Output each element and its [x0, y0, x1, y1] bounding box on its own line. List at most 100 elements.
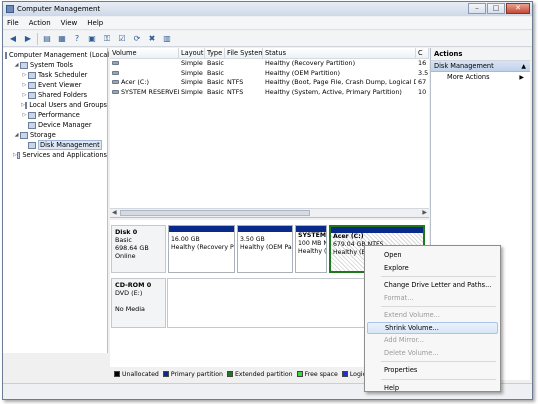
folder-up-icon[interactable]: ▤: [41, 33, 53, 45]
menu-action[interactable]: Action: [29, 19, 51, 27]
volume-context-menu: Open Explore Change Drive Letter and Paths…: [364, 245, 501, 392]
tree-item-label: Services and Applications: [22, 151, 107, 159]
minimize-button[interactable]: –: [468, 3, 486, 14]
tree-expander-icon[interactable]: ▷: [21, 92, 28, 98]
legend-swatch: [162, 371, 169, 377]
device-manager-icon: [28, 121, 36, 129]
menu-item-shrink-volume[interactable]: Shrink Volume...: [367, 321, 498, 334]
tree-item-label: Local Users and Groups: [29, 101, 107, 109]
tree-item-disk-management[interactable]: Disk Management: [3, 140, 107, 150]
legend-swatch: [226, 371, 233, 377]
key-icon[interactable]: ⚿: [101, 33, 113, 45]
tree-item-performance[interactable]: ▷ Performance: [3, 110, 107, 120]
event-viewer-icon: [28, 81, 36, 89]
window-controls: – □ ✕: [467, 3, 530, 14]
legend-swatch: [296, 371, 303, 377]
tree-item-storage[interactable]: ◢ Storage: [3, 130, 107, 140]
delete-icon[interactable]: ✖: [146, 33, 158, 45]
toolbar-separator: [37, 32, 38, 45]
actions-section-disk-management[interactable]: Disk Management ▲: [431, 61, 530, 72]
tree-expander-icon[interactable]: ▷: [21, 72, 28, 78]
storage-icon: [20, 131, 28, 139]
table-cell: Healthy (OEM Partition): [265, 68, 341, 77]
tree-item-computer-management-local[interactable]: Computer Management (Local: [3, 50, 109, 60]
menu-separator: [381, 378, 496, 380]
tree-expander-icon[interactable]: ◢: [13, 62, 20, 68]
table-cell: Basic: [207, 87, 224, 96]
tree-expander-icon[interactable]: ▷: [21, 112, 28, 118]
more-actions-item[interactable]: More Actions ▶: [431, 72, 530, 83]
menu-help[interactable]: Help: [87, 19, 103, 27]
menu-file[interactable]: File: [7, 19, 19, 27]
window-title: Computer Management: [17, 5, 101, 13]
close-button[interactable]: ✕: [506, 3, 530, 14]
tree-item-system-tools[interactable]: ◢ System Tools: [3, 60, 107, 70]
menu-item-change-drive-letter-and-paths[interactable]: Change Drive Letter and Paths...: [367, 279, 498, 292]
view-icon[interactable]: ▥: [161, 33, 173, 45]
table-row[interactable]: Simple Basic Healthy (Recovery Partition) 1…: [110, 59, 429, 69]
partition-recovery[interactable]: 16.00 GB Healthy (Recovery Pa: [168, 225, 235, 273]
scroll-right-icon[interactable]: ▶: [422, 209, 427, 216]
column-layout[interactable]: Layout: [179, 48, 205, 58]
menu-item-format: Format...: [384, 293, 414, 302]
column-capacity[interactable]: C: [416, 48, 429, 58]
menu-item-properties[interactable]: Properties: [367, 364, 498, 377]
computer-management-local-icon: [5, 51, 7, 59]
table-cell: [225, 69, 263, 79]
column-volume[interactable]: Volume: [110, 48, 179, 58]
help-icon[interactable]: ?: [71, 33, 83, 45]
properties-icon[interactable]: ▣: [86, 33, 98, 45]
tree-item-label: Disk Management: [38, 140, 102, 150]
disk-management-icon: [28, 141, 36, 149]
table-row[interactable]: SYSTEM RESERVED Simple Basic NTFS Healthy (S…: [110, 88, 429, 98]
services-and-applications-icon: [16, 151, 21, 159]
table-cell: Healthy (Boot, Page File, Crash Dump, Lo…: [265, 78, 416, 86]
legend-swatch: [114, 371, 120, 377]
performance-icon: [28, 111, 36, 119]
tree-item-services-and-applications[interactable]: ▷ Services and Applications: [3, 150, 107, 160]
partition-oem[interactable]: 3.50 GB Healthy (OEM Par: [237, 225, 293, 273]
back-arrow-icon[interactable]: ◀: [7, 33, 19, 45]
show-hide-tree-icon[interactable]: ▦: [56, 33, 68, 45]
legend-label: Extended partition: [234, 370, 293, 378]
menu-item-open[interactable]: Open: [367, 249, 498, 262]
tree-item-task-scheduler[interactable]: ▷ Task Scheduler: [3, 70, 107, 80]
tree-item-shared-folders[interactable]: ▷ Shared Folders: [3, 90, 107, 100]
check-icon[interactable]: ☑: [116, 33, 128, 45]
table-row[interactable]: Acer (C:) Simple Basic NTFS Healthy (Boot, P…: [110, 78, 429, 88]
scroll-left-icon[interactable]: ◀: [112, 209, 117, 216]
menu-view[interactable]: View: [61, 19, 78, 27]
column-status[interactable]: Status: [263, 48, 416, 58]
collapse-up-icon[interactable]: ▲: [521, 61, 526, 72]
column-type[interactable]: Type: [205, 48, 225, 58]
tree-item-label: System Tools: [30, 61, 73, 69]
forward-arrow-icon[interactable]: ▶: [22, 33, 34, 45]
partition-title: Acer (C:): [333, 233, 364, 240]
tree-item-device-manager[interactable]: Device Manager: [3, 120, 107, 130]
tree-expander-icon[interactable]: ◢: [13, 132, 20, 138]
toolbar: ◀ ▶ ▤ ▦ ? ▣ ⚿ ☑ ⟳ ✖ ▥: [3, 31, 532, 47]
tree-item-event-viewer[interactable]: ▷ Event Viewer: [3, 80, 107, 90]
drive-icon: [112, 61, 119, 65]
scrollbar-thumb[interactable]: [120, 210, 310, 216]
shared-folders-icon: [28, 91, 36, 99]
cdrom-0-type: DVD (E:): [115, 289, 143, 297]
cdrom-0-label[interactable]: CD-ROM 0 DVD (E:) No Media: [111, 278, 166, 328]
tree-item-label: Device Manager: [38, 121, 92, 129]
column-file-system[interactable]: File System: [225, 48, 263, 58]
tree-expander-icon[interactable]: ▷: [21, 82, 28, 88]
menu-separator: [381, 306, 496, 307]
table-cell: 3.5: [418, 68, 429, 77]
maximize-button[interactable]: □: [487, 3, 505, 14]
menu-item-explore[interactable]: Explore: [367, 262, 498, 275]
table-cell: [225, 59, 263, 69]
disk-0-label[interactable]: Disk 0 Basic 698.64 GB Online: [111, 225, 166, 273]
partition-system-reserved[interactable]: SYSTEM 100 MB N Healthy (Sy: [295, 225, 327, 273]
tree-item-local-users-and-groups[interactable]: ▷ Local Users and Groups: [3, 100, 107, 110]
table-cell: Healthy (System, Active, Primary Partiti…: [265, 87, 402, 96]
menu-separator: [381, 361, 496, 362]
horizontal-scrollbar[interactable]: ◀ ▶: [110, 208, 429, 217]
refresh-icon[interactable]: ⟳: [131, 33, 143, 45]
menu-item-help[interactable]: Help: [367, 382, 498, 395]
table-row[interactable]: Simple Basic Healthy (OEM Partition) 3.5: [110, 69, 429, 79]
